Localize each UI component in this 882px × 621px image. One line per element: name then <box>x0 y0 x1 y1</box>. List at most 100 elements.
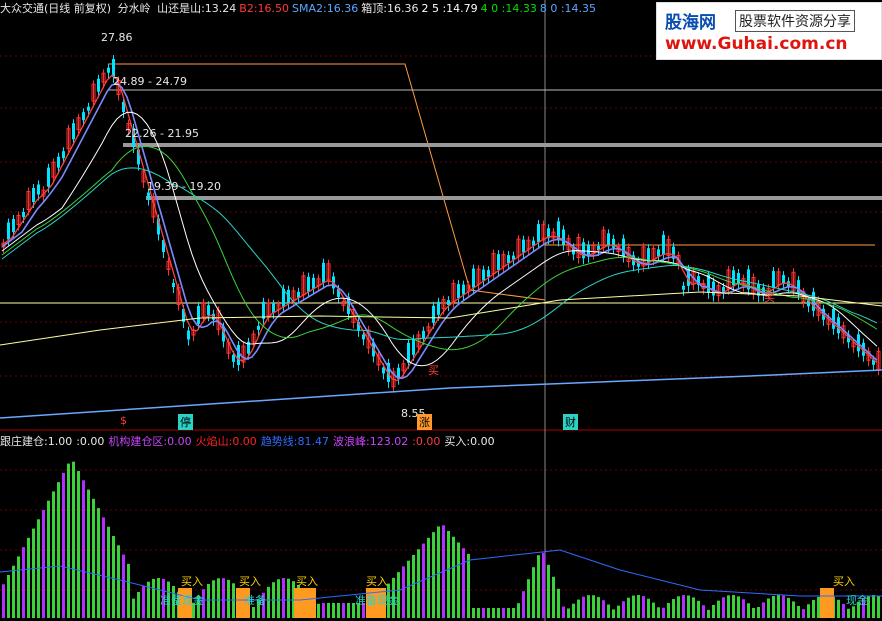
indicator-bar-135 <box>677 596 680 618</box>
indicator-bar-2 <box>12 565 15 618</box>
candle-body-11 <box>57 156 60 168</box>
candle-body-99 <box>497 254 500 271</box>
indicator-value-3: 火焰山:0.00 <box>195 435 257 448</box>
indicator-value-5: 波浪峰:123.02 <box>333 435 409 448</box>
candle-body-39 <box>197 305 200 324</box>
indicator-name: 分水岭 <box>117 2 151 15</box>
indicator-prepare-1: 准备 <box>244 594 266 607</box>
indicator-bar-157 <box>787 597 790 618</box>
candle-body-81 <box>407 342 410 363</box>
indicator-bar-10 <box>52 491 55 618</box>
grid <box>0 0 882 621</box>
indicator-bar-41 <box>207 584 210 618</box>
indicator-bar-127 <box>637 595 640 618</box>
candle-body-61 <box>307 276 310 292</box>
indicator-bar-167 <box>837 599 840 618</box>
header-value-6: 8 0 :14.35 <box>539 2 597 15</box>
candle-body-87 <box>437 301 440 315</box>
box-band-2 <box>123 143 882 147</box>
indicator-bar-50 <box>252 606 255 618</box>
indicator-bar-83 <box>417 549 420 618</box>
indicator-bar-139 <box>697 600 700 618</box>
indicator-prepare-cash-2: 准备现金 <box>355 594 399 607</box>
indicator-bar-168 <box>842 603 845 618</box>
indicator-bar-124 <box>622 601 625 618</box>
header-value-2: SMA2:16.36 <box>292 2 359 15</box>
indicator-bar-105 <box>527 579 530 618</box>
indicator-bar-13 <box>67 463 70 618</box>
indicator-bar-155 <box>777 595 780 618</box>
indicator-block-4 <box>820 588 834 618</box>
candle-body-41 <box>207 305 210 316</box>
indicator-bar-55 <box>277 579 280 618</box>
indicator-header: 跟庄建仓:1.00:0.00 机构建仓区:0.00 火焰山:0.00 趋势线:81.4… <box>0 433 499 449</box>
marker-buy-main: 买 <box>428 364 439 377</box>
indicator-bar-126 <box>632 595 635 618</box>
indicator-bar-153 <box>767 598 770 618</box>
indicator-bar-128 <box>642 596 645 618</box>
indicator-bar-151 <box>757 607 760 618</box>
indicator-bar-56 <box>282 578 285 618</box>
indicator-buy-4: 买入 <box>366 575 388 588</box>
indicator-bar-150 <box>752 608 755 618</box>
trend-line <box>0 549 882 601</box>
indicator-bar-45 <box>227 579 230 618</box>
indicator-bar-116 <box>582 596 585 618</box>
indicator-bar-14 <box>72 461 75 618</box>
candle-body-47 <box>237 344 240 365</box>
indicator-bar-97 <box>487 608 490 618</box>
indicator-bar-142 <box>712 604 715 618</box>
indicator-bar-131 <box>657 607 660 618</box>
indicator-bar-118 <box>592 595 595 618</box>
candle-body-159 <box>797 280 800 295</box>
marker-buy-right: 买 <box>764 291 775 304</box>
indicator-prepare-cash-1: 准备现金 <box>160 594 204 607</box>
candle-body-64 <box>322 262 325 283</box>
price-label-high: 27.86 <box>101 31 133 44</box>
candle-body-147 <box>737 273 740 285</box>
candle-body-121 <box>607 233 610 247</box>
indicator-bar-112 <box>562 606 565 618</box>
indicator-bar-11 <box>57 482 60 618</box>
indicator-bar-90 <box>452 536 455 618</box>
indicator-bar-57 <box>287 578 290 618</box>
indicator-bar-129 <box>647 598 650 618</box>
indicator-bar-132 <box>662 607 665 618</box>
chart-canvas[interactable] <box>0 0 882 621</box>
header-values: 山还是山:13.24 B2:16.50 SMA2:16.36 箱顶:16.36 2 5 … <box>157 2 599 15</box>
indicator-bar-67 <box>337 603 340 618</box>
indicator-bar-6 <box>32 528 35 618</box>
candle-body-96 <box>482 269 485 281</box>
indicator-bar-104 <box>522 591 525 618</box>
indicator-bar-109 <box>547 564 550 618</box>
indicator-bar-66 <box>332 603 335 618</box>
candle-body-132 <box>662 234 665 255</box>
candle-body-104 <box>522 239 525 253</box>
indicator-bar-102 <box>512 608 515 618</box>
indicator-bar-98 <box>492 608 495 618</box>
indicator-bar-25 <box>127 563 130 618</box>
indicator-bar-99 <box>497 608 500 618</box>
indicator-bar-125 <box>627 597 630 618</box>
indicator-bar-22 <box>112 536 115 618</box>
indicator-value-4: 趋势线:81.47 <box>260 435 330 448</box>
candle-body-14 <box>72 123 75 140</box>
candle-body-52 <box>262 301 265 319</box>
candle-body-37 <box>187 330 190 340</box>
indicator-bar-100 <box>502 608 505 618</box>
indicator-bar-15 <box>77 471 80 618</box>
indicator-bar-93 <box>467 553 470 618</box>
indicator-bar-111 <box>557 588 560 618</box>
indicator-cash-1: 现金 <box>846 594 868 607</box>
indicator-bar-119 <box>597 597 600 618</box>
indicator-bar-110 <box>552 576 555 618</box>
candle-body-62 <box>312 277 315 289</box>
indicator-bar-30 <box>152 578 155 618</box>
indicator-bar-81 <box>407 560 410 618</box>
indicator-bar-9 <box>47 500 50 618</box>
marker-wealth: 财 <box>563 414 578 430</box>
box-band-3 <box>146 196 882 200</box>
indicator-bar-26 <box>132 598 135 618</box>
indicator-bar-94 <box>472 608 475 618</box>
indicator-bar-146 <box>732 595 735 618</box>
